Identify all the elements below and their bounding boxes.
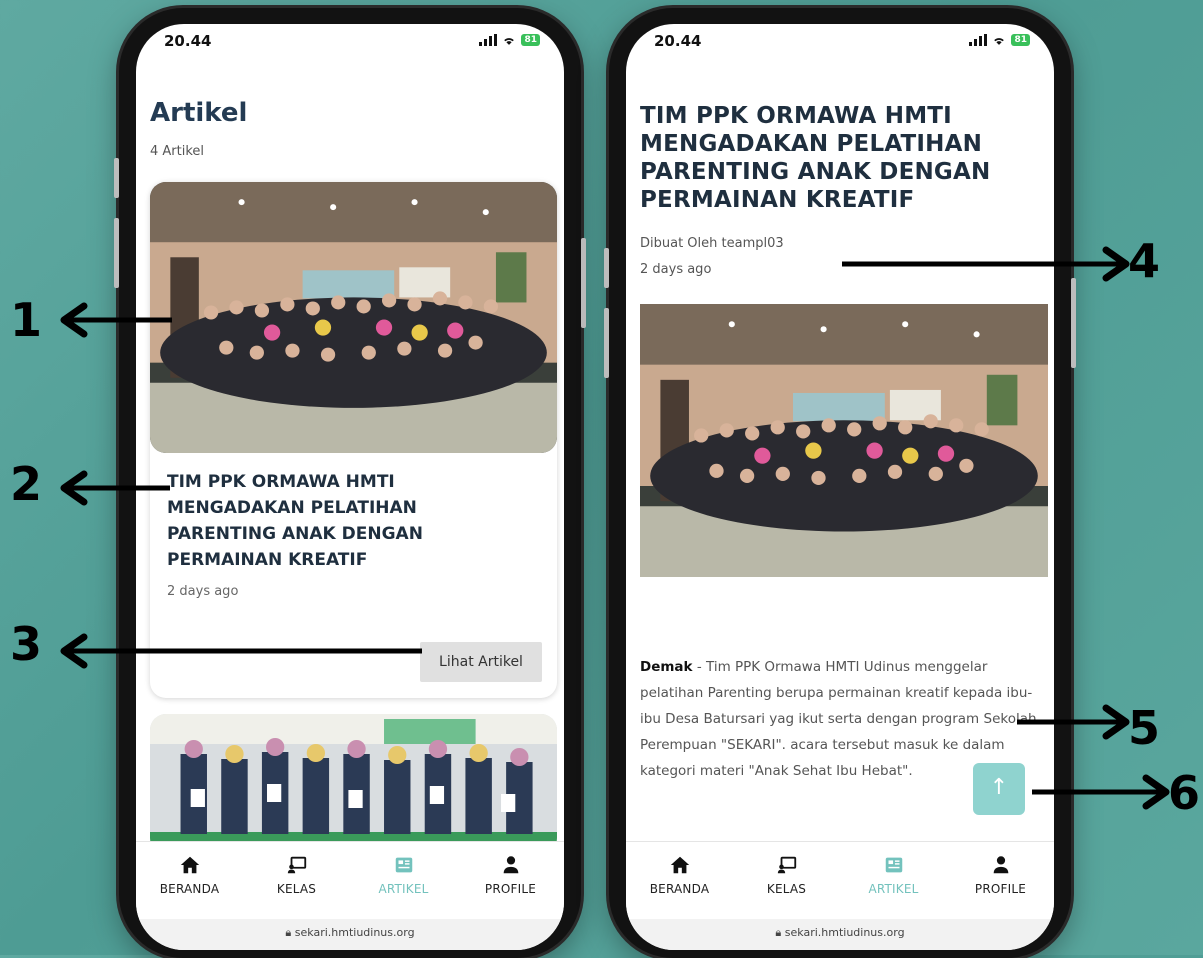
annotation-number: 1	[10, 293, 43, 347]
article-thumbnail[interactable]	[150, 714, 557, 854]
article-image	[640, 304, 1048, 577]
arrow-left-icon	[60, 302, 172, 338]
volume-button	[114, 158, 119, 198]
signal-icon	[479, 34, 498, 46]
page-title: Artikel	[150, 98, 248, 128]
arrow-left-icon	[60, 470, 170, 506]
article-card-title[interactable]: TIM PPK ORMAWA HMTI MENGADAKAN PELATIHAN…	[167, 469, 467, 573]
article-thumbnail[interactable]	[150, 182, 557, 453]
bottom-nav: BERANDA KELAS ARTIKEL PROFILE	[626, 841, 1054, 920]
lock-icon: 🔒︎	[285, 926, 295, 939]
article-card-date: 2 days ago	[167, 584, 239, 599]
nav-item-profile[interactable]: PROFILE	[947, 842, 1054, 920]
nav-item-beranda[interactable]: BERANDA	[626, 842, 733, 920]
home-icon	[669, 854, 691, 876]
volume-button	[114, 218, 119, 288]
nav-label: KELAS	[766, 882, 807, 896]
screen-article-detail: 20.44 81 TIM PPK ORMAWA HMTI MENGADAKAN …	[626, 24, 1054, 950]
annotation-number: 3	[10, 617, 43, 671]
arrow-right-icon	[1032, 774, 1170, 810]
lock-icon: 🔒︎	[775, 926, 785, 939]
class-icon	[286, 854, 308, 876]
nav-label: ARTIKEL	[868, 882, 919, 896]
phone-frame-left: 20.44 81 Artikel 4 Artikel TIM PPK ORMAW…	[114, 8, 586, 958]
annotation-number: 2	[10, 457, 43, 511]
power-button	[581, 238, 586, 328]
volume-button	[604, 308, 609, 378]
battery-icon: 81	[521, 34, 540, 46]
nav-label: BERANDA	[159, 882, 220, 896]
nav-item-profile[interactable]: PROFILE	[457, 842, 564, 920]
screen-article-list: 20.44 81 Artikel 4 Artikel TIM PPK ORMAW…	[136, 24, 564, 950]
article-author: Dibuat Oleh teampl03	[640, 236, 784, 251]
nav-item-artikel[interactable]: ARTIKEL	[350, 842, 457, 920]
url-text: sekari.hmtiudinus.org	[294, 926, 415, 939]
wifi-icon	[504, 37, 515, 45]
nav-item-kelas[interactable]: KELAS	[243, 842, 350, 920]
class-icon	[776, 854, 798, 876]
annotation-number: 5	[1128, 701, 1161, 755]
status-time: 20.44	[654, 32, 702, 50]
battery-icon: 81	[1011, 34, 1030, 46]
status-bar: 20.44 81	[654, 32, 1030, 54]
power-button	[1071, 278, 1076, 368]
profile-icon	[990, 854, 1012, 876]
article-body-text: - Tim PPK Ormawa HMTI Udinus menggelar p…	[640, 659, 1037, 779]
bottom-nav: BERANDA KELAS ARTIKEL PROFILE	[136, 841, 564, 920]
arrow-up-icon: ↑	[989, 775, 1009, 800]
article-body-lead: Demak	[640, 659, 693, 675]
wifi-icon	[994, 37, 1005, 45]
home-icon	[179, 854, 201, 876]
view-article-button[interactable]: Lihat Artikel	[420, 642, 542, 682]
profile-icon	[500, 854, 522, 876]
scroll-to-top-button[interactable]: ↑	[973, 763, 1025, 815]
signal-icon	[969, 34, 988, 46]
nav-label: BERANDA	[649, 882, 710, 896]
article-card[interactable]: TIM PPK ORMAWA HMTI MENGADAKAN PELATIHAN…	[150, 182, 557, 698]
article-title: TIM PPK ORMAWA HMTI MENGADAKAN PELATIHAN…	[640, 103, 991, 213]
article-icon	[883, 854, 905, 876]
status-time: 20.44	[164, 32, 212, 50]
browser-url-bar[interactable]: 🔒︎ sekari.hmtiudinus.org	[136, 919, 564, 950]
nav-label: PROFILE	[484, 882, 537, 896]
article-card[interactable]	[150, 714, 557, 854]
arrow-right-icon	[1017, 704, 1130, 740]
nav-label: KELAS	[276, 882, 317, 896]
arrow-right-icon	[842, 246, 1130, 282]
nav-item-artikel[interactable]: ARTIKEL	[840, 842, 947, 920]
arrow-left-icon	[60, 633, 422, 669]
nav-item-kelas[interactable]: KELAS	[733, 842, 840, 920]
url-text: sekari.hmtiudinus.org	[784, 926, 905, 939]
article-icon	[393, 854, 415, 876]
nav-item-beranda[interactable]: BERANDA	[136, 842, 243, 920]
article-count: 4 Artikel	[150, 144, 205, 159]
article-date: 2 days ago	[640, 262, 712, 277]
browser-url-bar[interactable]: 🔒︎ sekari.hmtiudinus.org	[626, 919, 1054, 950]
phone-frame-right: 20.44 81 TIM PPK ORMAWA HMTI MENGADAKAN …	[604, 8, 1076, 958]
annotation-number: 6	[1168, 766, 1201, 820]
nav-label: PROFILE	[974, 882, 1027, 896]
annotation-number: 4	[1128, 234, 1161, 288]
status-bar: 20.44 81	[164, 32, 540, 54]
nav-label: ARTIKEL	[378, 882, 429, 896]
volume-button	[604, 248, 609, 288]
